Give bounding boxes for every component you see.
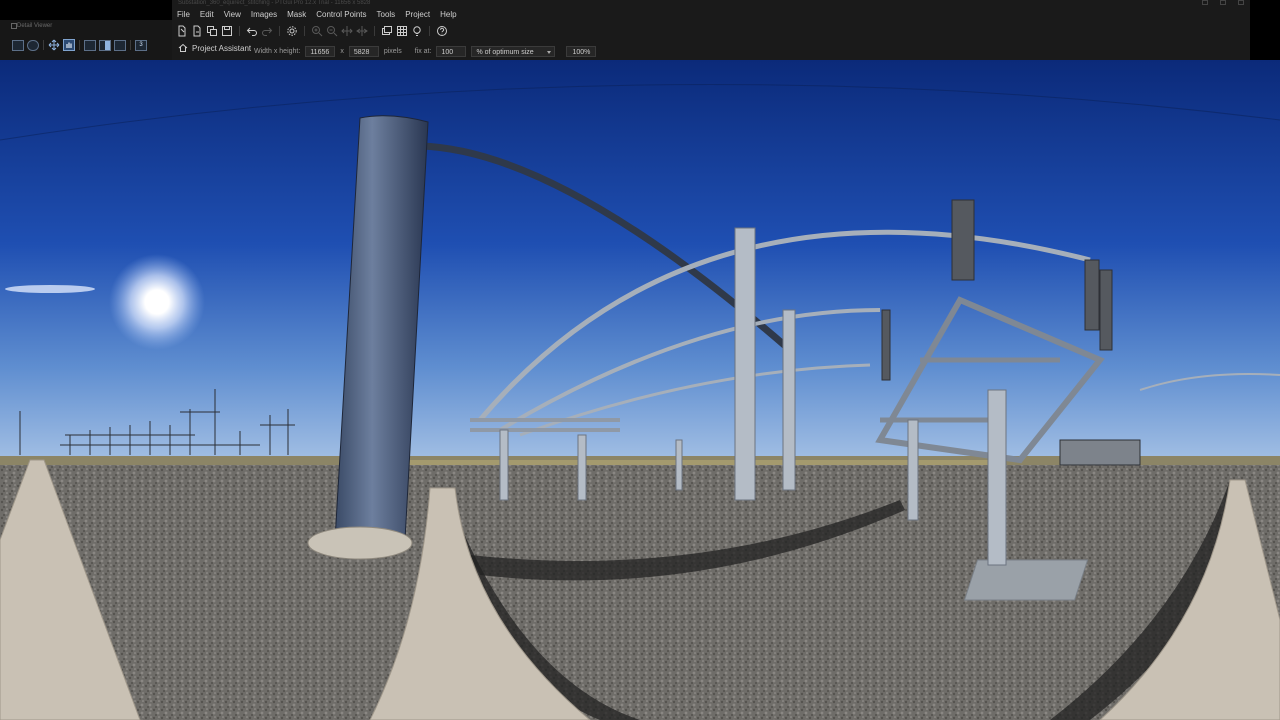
window-controls (1202, 0, 1244, 7)
minimize-button[interactable] (1202, 0, 1208, 5)
window-title: Substation_360_equirect_stitching - PTGu… (178, 0, 371, 6)
unit-label: pixels (383, 47, 402, 55)
toolbar-divider (43, 40, 44, 50)
save-icon[interactable] (221, 25, 233, 37)
panorama-size-bar: Width x height: 11656 x 5828 pixels fix … (254, 44, 597, 58)
toolbar-divider (304, 26, 305, 36)
frame-button[interactable] (84, 39, 96, 51)
main-toolbar (176, 23, 448, 39)
numbered-frame-button[interactable]: 3 (135, 39, 147, 51)
menu-help[interactable]: Help (435, 8, 461, 21)
menu-edit[interactable]: Edit (195, 8, 219, 21)
expand-icon[interactable] (356, 25, 368, 37)
table-icon[interactable] (396, 25, 408, 37)
image-list-icon[interactable] (381, 25, 393, 37)
gear-icon[interactable] (286, 25, 298, 37)
height-input[interactable]: 5828 (348, 45, 379, 57)
menu-mask[interactable]: Mask (282, 8, 311, 21)
menu-bar: File Edit View Images Mask Control Point… (172, 8, 462, 21)
by-label: x (340, 47, 344, 55)
detail-viewer-panel: Detail Viewer 3 (2, 21, 172, 59)
toolbar-divider (130, 40, 131, 50)
help-icon[interactable] (436, 25, 448, 37)
add-images-icon[interactable] (206, 25, 218, 37)
toolbar-divider (374, 26, 375, 36)
left-panel: Detail Viewer 3 (0, 20, 172, 60)
lightbulb-icon[interactable] (411, 25, 423, 37)
detail-viewer-title: Detail Viewer (17, 23, 53, 29)
width-height-label: Width x height: (254, 47, 301, 55)
undo-icon[interactable] (246, 25, 258, 37)
toolbar-divider (79, 40, 80, 50)
globe-view-button[interactable] (27, 39, 39, 51)
toolbar-divider (239, 26, 240, 36)
width-input[interactable]: 11656 (305, 45, 336, 57)
panorama-image (0, 60, 1280, 720)
main-window: Substation_360_equirect_stitching - PTGu… (172, 0, 1250, 60)
redo-icon[interactable] (261, 25, 273, 37)
hand-icon[interactable] (63, 39, 75, 51)
fix-at-input[interactable]: 100 (436, 45, 467, 57)
toolbar-divider (279, 26, 280, 36)
menu-control-points[interactable]: Control Points (311, 8, 371, 21)
sun (109, 254, 205, 350)
project-assistant-label: Project Assistant (192, 43, 252, 53)
half-frame-button[interactable] (99, 39, 111, 51)
maximize-button[interactable] (1220, 0, 1226, 5)
move-icon[interactable] (48, 39, 60, 51)
menu-view[interactable]: View (219, 8, 246, 21)
toolbar-divider (429, 26, 430, 36)
panorama-preview[interactable] (0, 60, 1280, 720)
close-button[interactable] (1238, 0, 1244, 5)
fit-icon[interactable] (341, 25, 353, 37)
detail-viewer-toolbar: 3 (12, 39, 147, 51)
split-frame-button[interactable] (114, 39, 126, 51)
rect-view-button[interactable] (12, 39, 24, 51)
home-icon (178, 43, 188, 52)
menu-project[interactable]: Project (400, 8, 435, 21)
chevron-down-icon (547, 50, 552, 54)
size-mode-value: % of optimum size (476, 48, 534, 56)
percent-button[interactable]: 100% (566, 45, 597, 57)
menu-tools[interactable]: Tools (372, 8, 401, 21)
app-chrome: Detail Viewer 3 Substation_360_equirect_… (0, 0, 1280, 60)
zoom-out-icon[interactable] (326, 25, 338, 37)
menu-images[interactable]: Images (246, 8, 282, 21)
menu-file[interactable]: File (172, 8, 195, 21)
gravel-ground (0, 465, 1280, 720)
size-mode-select[interactable]: % of optimum size (471, 45, 556, 57)
metal-grate (963, 559, 1089, 601)
fix-at-label: fix at: (414, 47, 432, 55)
new-project-icon[interactable] (176, 25, 188, 37)
zoom-in-icon[interactable] (311, 25, 323, 37)
project-assistant-tab[interactable]: Project Assistant (178, 43, 251, 53)
open-file-icon[interactable] (191, 25, 203, 37)
